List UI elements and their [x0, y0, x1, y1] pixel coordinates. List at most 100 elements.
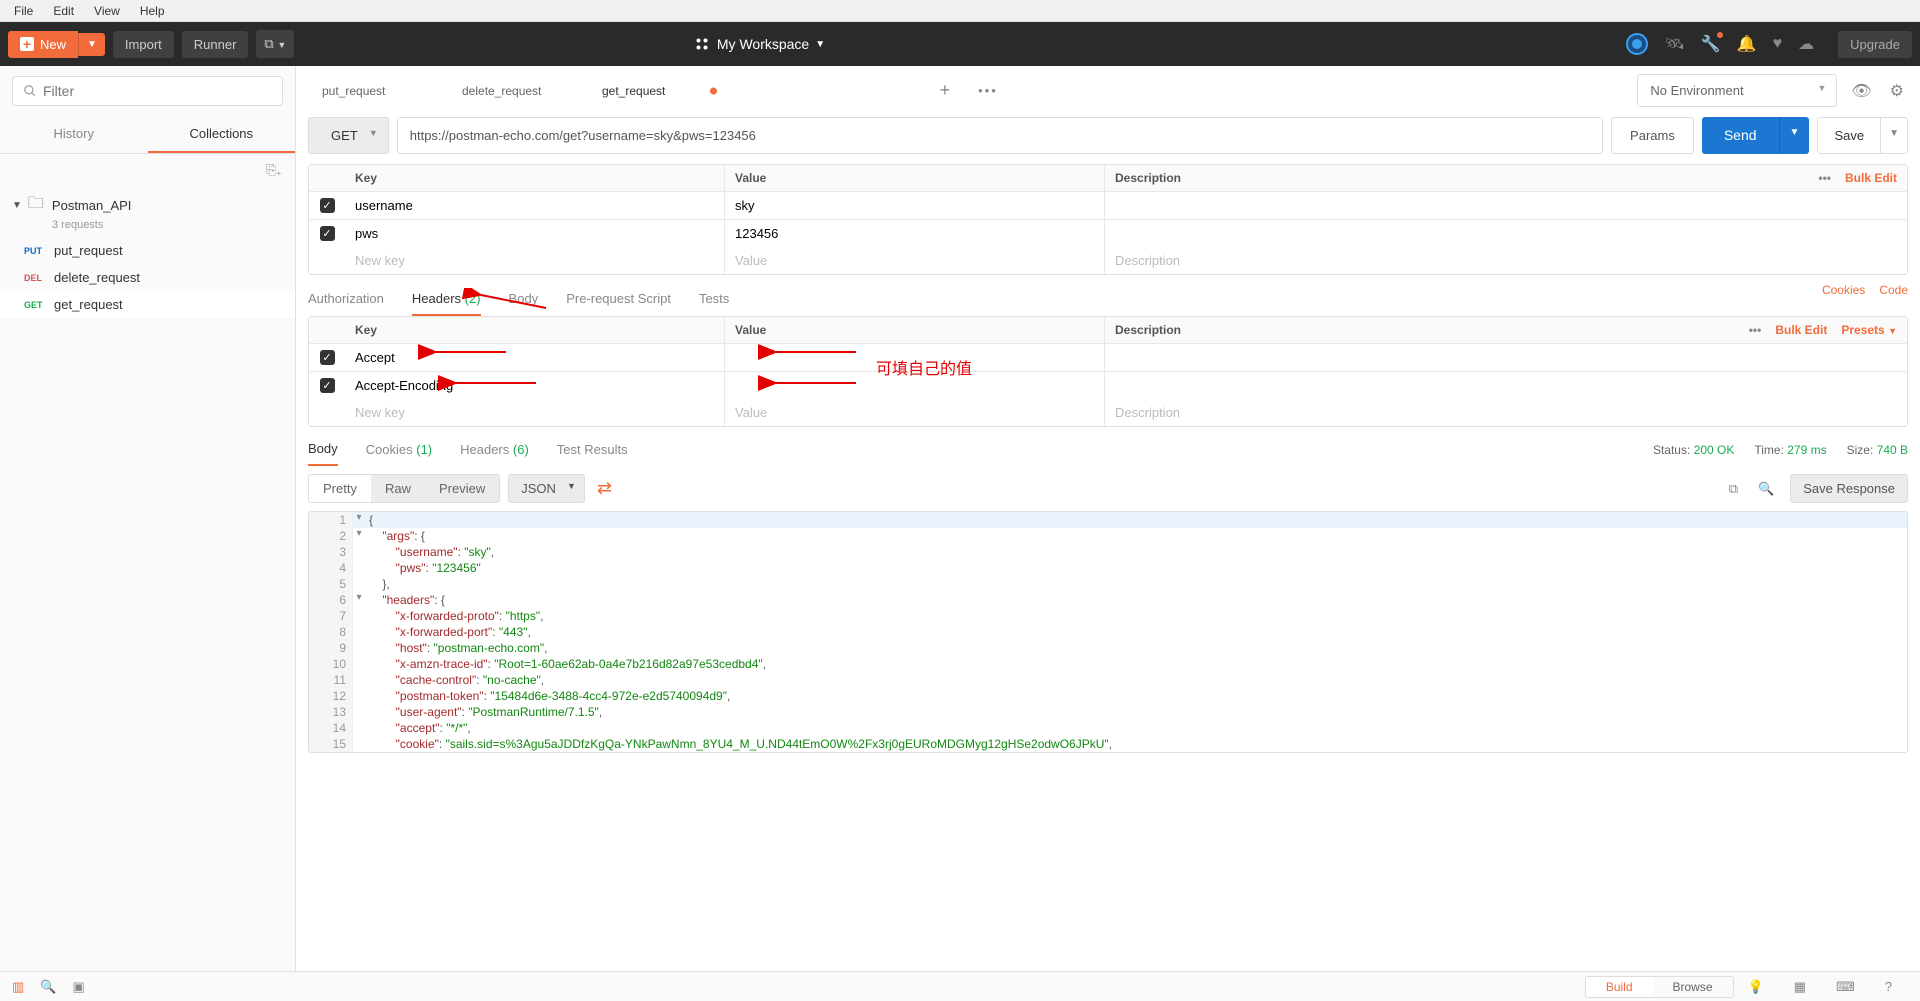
environment-selector[interactable]: No Environment — [1637, 74, 1837, 107]
request-tab[interactable]: get_request — [588, 76, 728, 106]
bootcamp-icon[interactable]: 💡 — [1748, 979, 1764, 995]
resp-tab-headers[interactable]: Headers (6) — [460, 434, 529, 465]
collection-header[interactable]: ▼ 🗀 Postman_API — [12, 192, 283, 219]
browse-tab[interactable]: Browse — [1653, 977, 1733, 997]
header-key-input[interactable] — [355, 405, 714, 420]
raw-button[interactable]: Raw — [371, 475, 425, 502]
sidebar-request-item[interactable]: PUTput_request — [0, 237, 295, 264]
find-icon[interactable]: 🔍 — [40, 979, 56, 995]
build-tab[interactable]: Build — [1586, 977, 1653, 997]
grid-icon — [695, 37, 709, 51]
code-line: 5 }, — [309, 576, 1907, 592]
workspace-selector[interactable]: My Workspace ▼ — [695, 36, 825, 52]
header-desc-input[interactable] — [1115, 405, 1897, 420]
runner-button[interactable]: Runner — [182, 31, 249, 58]
tab-prerequest[interactable]: Pre-request Script — [566, 283, 671, 316]
search-icon[interactable]: 🔍 — [1754, 477, 1778, 501]
method-selector[interactable]: GET — [308, 117, 389, 154]
param-desc[interactable] — [1115, 226, 1897, 241]
save-dropdown[interactable]: ▼ — [1881, 117, 1908, 154]
tab-body[interactable]: Body — [509, 283, 539, 316]
tab-collections[interactable]: Collections — [148, 116, 296, 153]
header-value[interactable] — [735, 350, 1094, 365]
wrap-icon[interactable]: ⇄ — [593, 474, 616, 503]
header-key[interactable] — [355, 350, 714, 365]
checkbox[interactable]: ✓ — [320, 350, 335, 365]
pretty-button[interactable]: Pretty — [309, 475, 371, 502]
header-value-input[interactable] — [735, 405, 1094, 420]
console-icon[interactable]: ▣ — [72, 979, 84, 995]
new-dropdown[interactable]: ▼ — [78, 33, 105, 56]
checkbox[interactable]: ✓ — [320, 226, 335, 241]
bulk-edit-link[interactable]: Bulk Edit — [1775, 323, 1827, 337]
header-desc[interactable] — [1115, 350, 1897, 365]
window-button[interactable]: ⧉ ▼ — [256, 30, 294, 58]
response-body[interactable]: 1▾{2▾ "args": {3 "username": "sky",4 "pw… — [308, 511, 1908, 753]
checkbox[interactable]: ✓ — [320, 378, 335, 393]
request-tab[interactable]: delete_request — [448, 76, 588, 106]
import-button[interactable]: Import — [113, 31, 174, 58]
shortcuts-icon[interactable]: ⌨ — [1836, 979, 1855, 995]
header-key[interactable] — [355, 378, 714, 393]
header-value[interactable] — [735, 378, 1094, 393]
environment-settings-icon[interactable]: ⚙ — [1886, 77, 1908, 105]
cookies-link[interactable]: Cookies — [1822, 283, 1865, 316]
cloud-icon[interactable]: ☁ — [1798, 34, 1814, 54]
upgrade-button[interactable]: Upgrade — [1838, 31, 1912, 58]
filter-box[interactable] — [12, 76, 283, 106]
more-icon[interactable]: ••• — [1749, 323, 1762, 337]
preview-button[interactable]: Preview — [425, 475, 499, 502]
copy-icon[interactable]: ⧉ — [1725, 477, 1742, 501]
sidebar-request-item[interactable]: GETget_request — [0, 291, 295, 318]
param-key[interactable] — [355, 226, 714, 241]
request-tab[interactable]: put_request — [308, 76, 448, 106]
param-key-input[interactable] — [355, 253, 714, 268]
save-response-button[interactable]: Save Response — [1790, 474, 1908, 503]
resp-tab-tests[interactable]: Test Results — [557, 434, 628, 465]
menu-help[interactable]: Help — [130, 2, 175, 20]
param-key[interactable] — [355, 198, 714, 213]
format-selector[interactable]: JSON — [508, 474, 585, 503]
help-icon[interactable]: ? — [1885, 979, 1892, 994]
tab-tests[interactable]: Tests — [699, 283, 729, 316]
menu-view[interactable]: View — [84, 2, 130, 20]
sidebar-toggle-icon[interactable]: ▥ — [12, 979, 24, 995]
resp-tab-cookies[interactable]: Cookies (1) — [366, 434, 432, 465]
send-button[interactable]: Send — [1702, 117, 1779, 154]
header-desc[interactable] — [1115, 378, 1897, 393]
environment-preview-icon[interactable]: 👁 — [1847, 77, 1875, 105]
satellite-icon[interactable]: 🛰 — [1664, 34, 1684, 54]
resp-tab-body[interactable]: Body — [308, 433, 338, 466]
save-button[interactable]: Save — [1817, 117, 1881, 154]
more-icon[interactable]: ••• — [1818, 171, 1831, 185]
tab-headers[interactable]: Headers (2) — [412, 283, 481, 316]
layout-icon[interactable]: ▦ — [1794, 979, 1806, 995]
url-input[interactable] — [397, 117, 1603, 154]
bulk-edit-link[interactable]: Bulk Edit — [1845, 171, 1897, 185]
tab-history[interactable]: History — [0, 116, 148, 153]
param-value[interactable] — [735, 198, 1094, 213]
new-collection-icon[interactable]: ⎘₊ — [266, 162, 281, 178]
param-value[interactable] — [735, 226, 1094, 241]
checkbox[interactable]: ✓ — [320, 198, 335, 213]
new-button[interactable]: +New — [8, 31, 78, 58]
sidebar-request-item[interactable]: DELdelete_request — [0, 264, 295, 291]
bell-icon[interactable]: 🔔 — [1737, 34, 1757, 54]
param-desc-input[interactable] — [1115, 253, 1897, 268]
menu-file[interactable]: File — [4, 2, 43, 20]
filter-input[interactable] — [43, 83, 272, 99]
send-dropdown[interactable]: ▼ — [1779, 117, 1810, 154]
sync-icon[interactable] — [1626, 33, 1648, 55]
code-line: 14 "accept": "*/*", — [309, 720, 1907, 736]
param-value-input[interactable] — [735, 253, 1094, 268]
menu-edit[interactable]: Edit — [43, 2, 84, 20]
wrench-icon[interactable]: 🔧 — [1701, 34, 1721, 54]
params-button[interactable]: Params — [1611, 117, 1694, 154]
code-link[interactable]: Code — [1879, 283, 1908, 316]
tab-authorization[interactable]: Authorization — [308, 283, 384, 316]
presets-link[interactable]: Presets ▼ — [1841, 323, 1897, 337]
tab-more-button[interactable]: ••• — [970, 79, 1006, 102]
add-tab-button[interactable]: + — [930, 76, 961, 105]
param-desc[interactable] — [1115, 198, 1897, 213]
heart-icon[interactable]: ♥ — [1773, 35, 1783, 53]
